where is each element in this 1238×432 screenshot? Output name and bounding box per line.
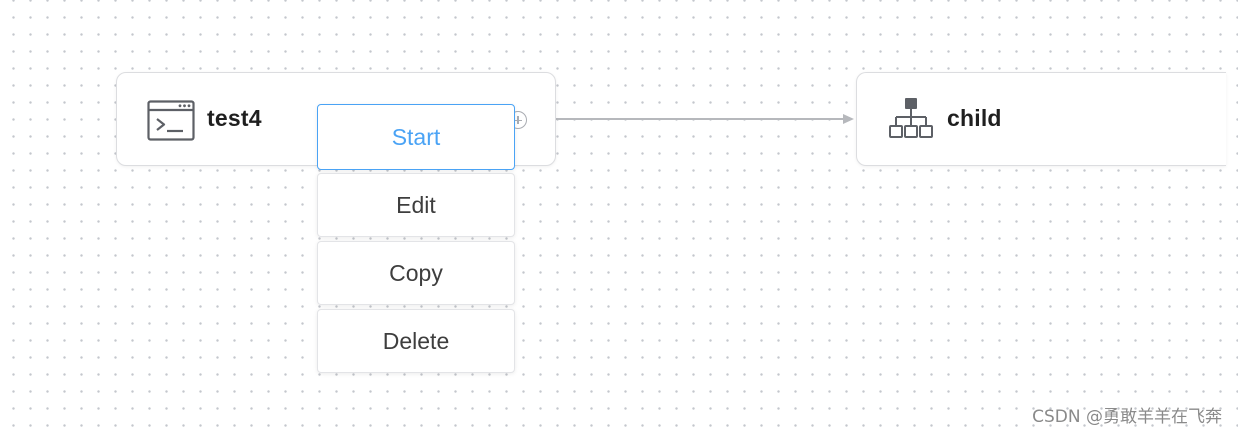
start-menu-item[interactable]: Start (317, 104, 515, 170)
edge-connector (556, 114, 854, 124)
node-child[interactable]: child (856, 72, 1226, 166)
edit-menu-item[interactable]: Edit (317, 173, 515, 237)
node-label: test4 (207, 105, 262, 131)
node-label: child (947, 105, 1002, 131)
watermark: CSDN @勇敢羊羊在飞奔 (1032, 407, 1222, 427)
copy-menu-item[interactable]: Copy (317, 241, 515, 305)
delete-menu-item[interactable]: Delete (317, 309, 515, 373)
sitemap-icon (887, 97, 935, 139)
terminal-icon (147, 100, 195, 142)
